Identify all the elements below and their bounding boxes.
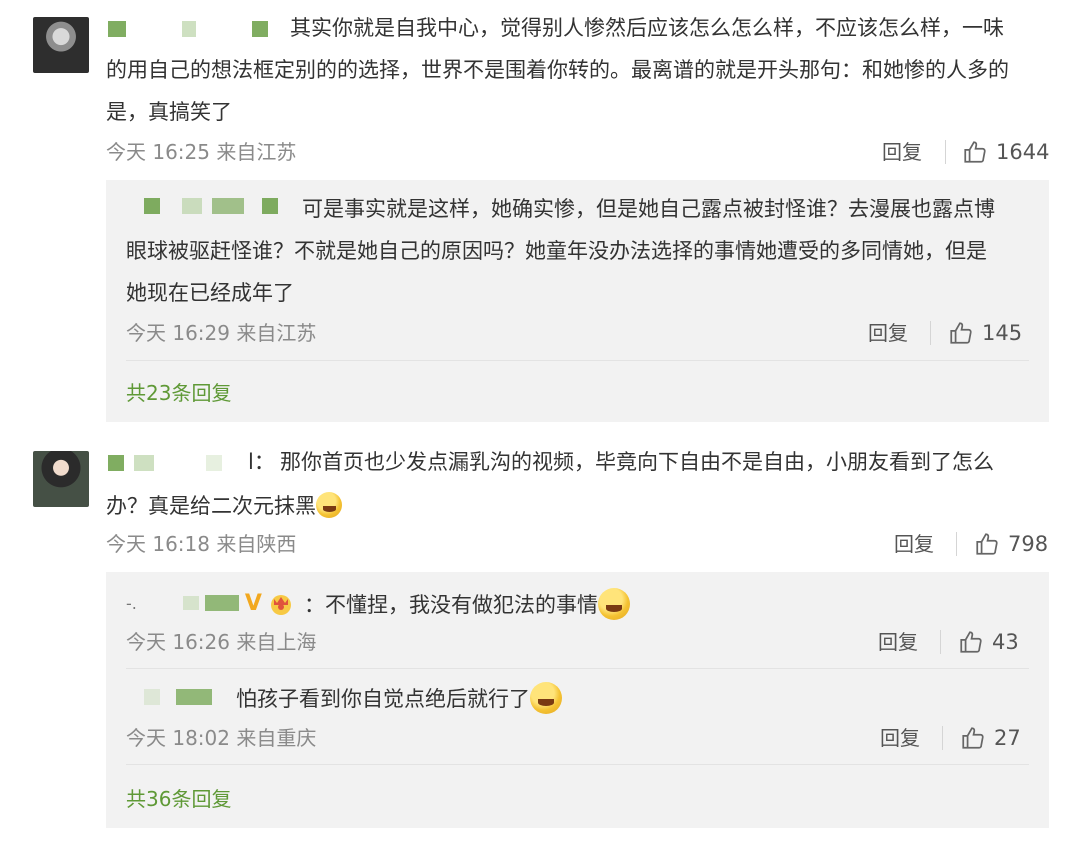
- reply-text: 怕孩子看到你自觉点绝后就行了: [236, 686, 530, 711]
- like-count: 798: [1008, 532, 1049, 556]
- like-count: 43: [992, 630, 1019, 654]
- thumbs-up-icon: [962, 727, 984, 749]
- like-button[interactable]: 1644: [962, 138, 1049, 166]
- reply-text-line: 眼球被驱赶怪谁？不就是她自己的原因吗？她童年没办法选择的事情她遭受的多同情她，但…: [126, 239, 987, 263]
- comment-text-line: 那你首页也少发点漏乳沟的视频，毕竟向下自由不是自由，小朋友看到了怎么: [280, 450, 994, 474]
- thumbs-up-icon: [976, 533, 998, 555]
- reply-text: ：不懂捏，我没有做犯法的事情: [304, 592, 598, 617]
- reply-button[interactable]: 回复: [882, 138, 922, 166]
- like-count: 1644: [996, 140, 1050, 164]
- username-redacted[interactable]: [144, 686, 212, 708]
- comment-text-line: 的用自己的想法框定别的的选择，世界不是围着你转的。最离谱的就是开头那句：和她惨的…: [106, 58, 1009, 82]
- username-tail: l：: [248, 450, 275, 474]
- thumbs-up-icon: [950, 322, 972, 344]
- grin-emoji-icon: [598, 587, 630, 620]
- reply-button[interactable]: 回复: [894, 530, 934, 558]
- thumbs-up-icon: [964, 141, 986, 163]
- reply-text-line: 可是事实就是这样，她确实惨，但是她自己露点被封怪谁？去漫展也露点博: [302, 197, 995, 221]
- divider: [126, 764, 1029, 765]
- divider: [942, 726, 943, 750]
- like-button[interactable]: 145: [948, 319, 1022, 347]
- more-replies-link[interactable]: 共36条回复: [126, 785, 231, 813]
- comment-text-line: 办？真是给二次元抹黑: [106, 493, 316, 518]
- username-prefix: -.: [126, 593, 137, 613]
- username-redacted: [182, 596, 199, 610]
- comment-meta: 今天 16:25 来自江苏: [106, 140, 297, 164]
- divider: [126, 668, 1029, 669]
- thumbs-up-icon: [960, 631, 982, 653]
- avatar[interactable]: [33, 17, 89, 73]
- like-button[interactable]: 798: [974, 530, 1048, 558]
- comment-text-line-wrap: 办？真是给二次元抹黑: [106, 484, 342, 525]
- comment-meta: 今天 16:18 来自陕西: [106, 532, 297, 556]
- reply-button[interactable]: 回复: [868, 319, 908, 347]
- reply-meta: 今天 16:26 来自上海: [126, 630, 317, 654]
- like-button[interactable]: 43: [958, 628, 1019, 656]
- divider: [930, 321, 931, 345]
- sweat-smile-emoji-icon: [316, 491, 342, 518]
- like-count: 27: [994, 726, 1021, 750]
- like-count: 145: [982, 321, 1023, 345]
- reply-meta: 今天 16:29 来自江苏: [126, 321, 317, 345]
- divider: [940, 630, 941, 654]
- reply-text-line: 她现在已经成年了: [126, 281, 294, 305]
- avatar[interactable]: [33, 451, 89, 507]
- reply-text-wrap: 怕孩子看到你自觉点绝后就行了: [236, 677, 562, 718]
- laugh-emoji-icon: [530, 681, 562, 714]
- like-button[interactable]: 27: [960, 724, 1021, 752]
- username-redacted[interactable]: [108, 18, 268, 40]
- divider: [956, 532, 957, 556]
- reply-meta: 今天 18:02 来自重庆: [126, 726, 317, 750]
- divider: [945, 140, 946, 164]
- reply-author[interactable]: -. V: [126, 588, 294, 618]
- username-redacted[interactable]: [144, 195, 278, 217]
- username-redacted: [204, 595, 239, 611]
- username-redacted[interactable]: [108, 452, 222, 474]
- divider: [126, 360, 1029, 361]
- crown-icon: [270, 595, 291, 615]
- v-badge-icon: V: [244, 590, 262, 616]
- more-replies-link[interactable]: 共23条回复: [126, 379, 231, 407]
- comment-text-line: 是，真搞笑了: [106, 100, 232, 124]
- reply-button[interactable]: 回复: [880, 724, 920, 752]
- comment-text-line: 其实你就是自我中心，觉得别人惨然后应该怎么怎么样，不应该怎么样，一味: [290, 16, 1004, 40]
- reply-button[interactable]: 回复: [878, 628, 918, 656]
- reply-text-wrap: ：不懂捏，我没有做犯法的事情: [304, 583, 630, 624]
